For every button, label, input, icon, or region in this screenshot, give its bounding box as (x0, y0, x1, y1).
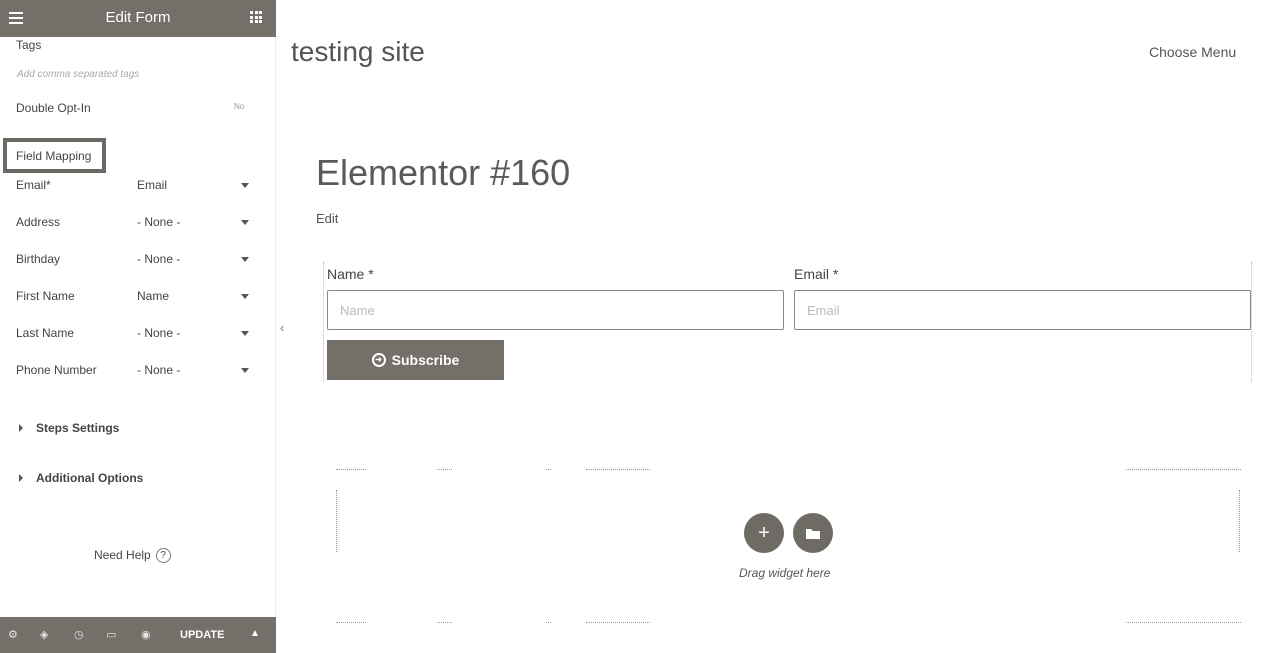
panel-title: Edit Form (105, 9, 171, 26)
mapping-select[interactable]: - None - (137, 363, 180, 377)
mapping-row-first-name: First Name Name (0, 287, 276, 307)
section-label: Steps Settings (36, 421, 120, 435)
subscribe-button[interactable]: ➜ Subscribe (327, 340, 504, 380)
chevron-down-icon[interactable] (241, 368, 249, 373)
page-heading: Elementor #160 (316, 152, 571, 193)
mapping-row-address: Address - None - (0, 213, 276, 233)
field-mapping-heading: Field Mapping (3, 138, 106, 173)
mapping-row-last-name: Last Name - None - (0, 324, 276, 344)
chevron-down-icon[interactable] (241, 183, 249, 188)
arrow-circle-right-icon: ➜ (371, 353, 386, 367)
caret-right-icon (19, 424, 23, 432)
double-optin-toggle[interactable]: No (234, 102, 244, 111)
mapping-label: Address (16, 215, 61, 229)
section-steps-settings[interactable]: Steps Settings (0, 419, 276, 439)
double-optin-label: Double Opt-In (16, 101, 91, 115)
name-input[interactable] (327, 290, 784, 330)
mapping-label: Email* (16, 178, 51, 192)
caret-right-icon (19, 474, 23, 482)
drag-widget-text: Drag widget here (739, 566, 831, 580)
chevron-down-icon[interactable] (241, 257, 249, 262)
preview-icon[interactable]: ◉ (141, 628, 151, 641)
editor-panel: Edit Form Tags Add comma separated tags … (0, 0, 276, 653)
folder-icon (806, 528, 820, 539)
mapping-row-phone-number: Phone Number - None - (0, 361, 276, 381)
mapping-select[interactable]: Name (137, 289, 169, 303)
add-template-button[interactable] (793, 513, 833, 553)
tags-label: Tags (16, 38, 42, 52)
add-section-button[interactable]: + (744, 513, 784, 553)
mapping-select[interactable]: - None - (137, 252, 180, 266)
mapping-label: First Name (16, 289, 75, 303)
subscribe-form: Name * Email * ➜ Subscribe (323, 262, 1252, 382)
mapping-select[interactable]: - None - (137, 326, 180, 340)
help-icon: ? (155, 548, 171, 564)
field-mapping-label: Field Mapping (16, 149, 92, 163)
tags-input[interactable]: Add comma separated tags (17, 69, 139, 80)
update-button[interactable]: UPDATE (180, 629, 224, 641)
mapping-label: Last Name (16, 326, 75, 340)
mapping-select[interactable]: Email (137, 178, 167, 192)
subscribe-label: Subscribe (391, 352, 460, 368)
chevron-down-icon[interactable] (241, 294, 249, 299)
chevron-up-icon[interactable]: ▲ (250, 628, 260, 639)
history-icon[interactable]: ◷ (74, 628, 84, 641)
section-additional-options[interactable]: Additional Options (0, 469, 276, 489)
navigator-icon[interactable]: ◈ (40, 628, 48, 641)
mapping-row-birthday: Birthday - None - (0, 250, 276, 270)
panel-header: Edit Form (0, 0, 276, 37)
email-input[interactable] (794, 290, 1251, 330)
panel-footer: ⚙ ◈ ◷ ▭ ◉ UPDATE ▲ (0, 617, 276, 653)
settings-icon[interactable]: ⚙ (8, 628, 18, 641)
mapping-label: Phone Number (16, 363, 97, 377)
mapping-row-email: Email* Email (0, 176, 276, 196)
name-label: Name * (327, 266, 374, 282)
site-title[interactable]: testing site (291, 36, 425, 68)
collapse-panel-icon[interactable]: ‹ (280, 320, 284, 335)
mapping-label: Birthday (16, 252, 61, 266)
mapping-select[interactable]: - None - (137, 215, 180, 229)
chevron-down-icon[interactable] (241, 331, 249, 336)
chevron-down-icon[interactable] (241, 220, 249, 225)
widgets-grid-icon[interactable] (250, 11, 262, 23)
responsive-mode-icon[interactable]: ▭ (106, 628, 116, 641)
choose-menu-link[interactable]: Choose Menu (1149, 44, 1236, 60)
need-help-link[interactable]: Need Help? (94, 548, 171, 564)
plus-icon: + (758, 521, 770, 544)
need-help-label: Need Help (94, 548, 151, 562)
section-label: Additional Options (36, 471, 144, 485)
edit-link[interactable]: Edit (316, 211, 338, 226)
email-label: Email * (794, 266, 839, 282)
